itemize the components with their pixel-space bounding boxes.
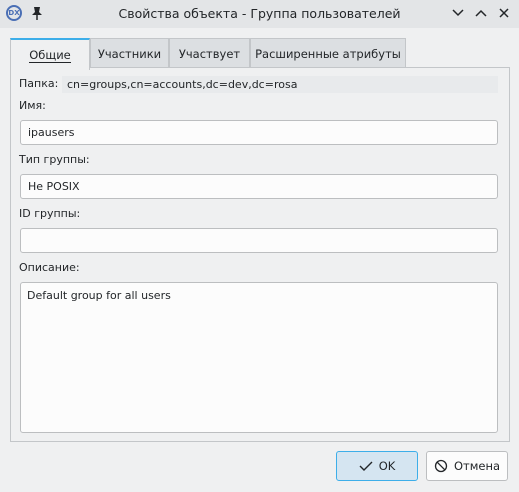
tab-member-of-label: Участвует	[178, 47, 241, 61]
group-type-field[interactable]: Не POSIX	[20, 174, 498, 199]
description-label: Описание:	[19, 261, 80, 274]
description-textarea[interactable]: Default group for all users	[20, 282, 498, 433]
cancel-button-label: Отмена	[453, 459, 501, 473]
chevron-up-icon	[475, 9, 487, 17]
tab-members[interactable]: Участники	[90, 38, 169, 68]
close-button[interactable]	[497, 6, 511, 20]
tab-general-label: Общие	[29, 48, 71, 63]
name-label: Имя:	[19, 99, 46, 112]
name-field[interactable]: ipausers	[20, 120, 498, 145]
group-id-label: ID группы:	[19, 207, 81, 220]
tab-advanced-attributes-label: Расширенные атрибуты	[255, 47, 401, 61]
check-icon	[359, 461, 373, 471]
title-bar: DX Свойства объекта - Группа пользовател…	[0, 0, 519, 28]
chevron-down-icon	[452, 9, 464, 17]
cancel-button[interactable]: Отмена	[426, 451, 508, 481]
minimize-button[interactable]	[451, 6, 465, 20]
folder-label: Папка:	[19, 77, 59, 90]
tab-advanced-attributes[interactable]: Расширенные атрибуты	[250, 38, 406, 68]
cancel-circle-icon	[434, 459, 448, 473]
group-id-field[interactable]	[20, 228, 498, 253]
folder-value: cn=groups,cn=accounts,dc=dev,dc=rosa	[62, 76, 498, 93]
maximize-button[interactable]	[474, 6, 488, 20]
tab-member-of[interactable]: Участвует	[169, 38, 250, 68]
window-title: Свойства объекта - Группа пользователей	[118, 6, 401, 21]
group-type-label: Тип группы:	[19, 153, 90, 166]
tab-members-label: Участники	[97, 47, 162, 61]
ok-button[interactable]: OK	[336, 451, 418, 481]
tab-general[interactable]: Общие	[10, 38, 90, 70]
ok-button-label: OK	[378, 459, 396, 473]
close-icon	[499, 8, 509, 18]
